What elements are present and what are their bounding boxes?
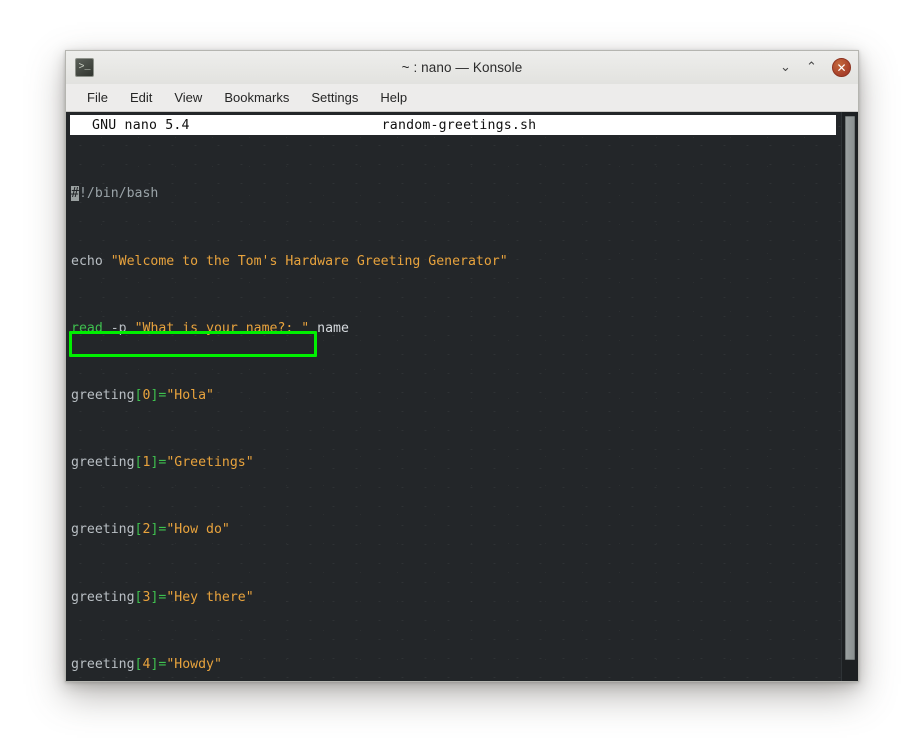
menu-item-edit[interactable]: Edit <box>119 87 163 108</box>
text-cursor: # <box>71 186 79 201</box>
code-line: greeting[4]="Howdy" <box>71 657 858 674</box>
konsole-window: >_ ~ : nano — Konsole ⌄ ⌃ ✕ File Edit Vi… <box>65 50 859 682</box>
window-controls: ⌄ ⌃ ✕ <box>777 58 851 77</box>
terminal-area[interactable]: GNU nano 5.4 random-greetings.sh #!/bin/… <box>66 112 858 681</box>
menubar: File Edit View Bookmarks Settings Help <box>66 84 858 112</box>
scrollbar-thumb[interactable] <box>845 116 855 660</box>
screenshot-root: >_ ~ : nano — Konsole ⌄ ⌃ ✕ File Edit Vi… <box>0 0 924 756</box>
terminal-scrollbar[interactable] <box>841 112 858 681</box>
code-line: greeting[2]="How do" <box>71 522 858 539</box>
menu-item-file[interactable]: File <box>76 87 119 108</box>
window-title: ~ : nano — Konsole <box>66 60 858 75</box>
terminal-icon: >_ <box>75 58 94 77</box>
nano-header: GNU nano 5.4 random-greetings.sh <box>70 115 836 135</box>
code-line: echo "Welcome to the Tom's Hardware Gree… <box>71 254 858 271</box>
code-line: greeting[1]="Greetings" <box>71 455 858 472</box>
minimize-button[interactable]: ⌄ <box>777 59 794 76</box>
code-line: #!/bin/bash <box>71 186 858 203</box>
nano-filename-label: random-greetings.sh <box>70 118 836 133</box>
code-line: read -p "What is your name?: " name <box>71 321 858 338</box>
code-line: greeting[0]="Hola" <box>71 388 858 405</box>
menu-item-bookmarks[interactable]: Bookmarks <box>213 87 300 108</box>
menu-item-help[interactable]: Help <box>369 87 418 108</box>
window-titlebar[interactable]: >_ ~ : nano — Konsole ⌄ ⌃ ✕ <box>66 51 858 84</box>
maximize-button[interactable]: ⌃ <box>803 59 820 76</box>
menu-item-settings[interactable]: Settings <box>300 87 369 108</box>
code-line: greeting[3]="Hey there" <box>71 590 858 607</box>
close-button[interactable]: ✕ <box>832 58 851 77</box>
menu-item-view[interactable]: View <box>163 87 213 108</box>
nano-editor-buffer[interactable]: #!/bin/bash echo "Welcome to the Tom's H… <box>68 135 858 681</box>
